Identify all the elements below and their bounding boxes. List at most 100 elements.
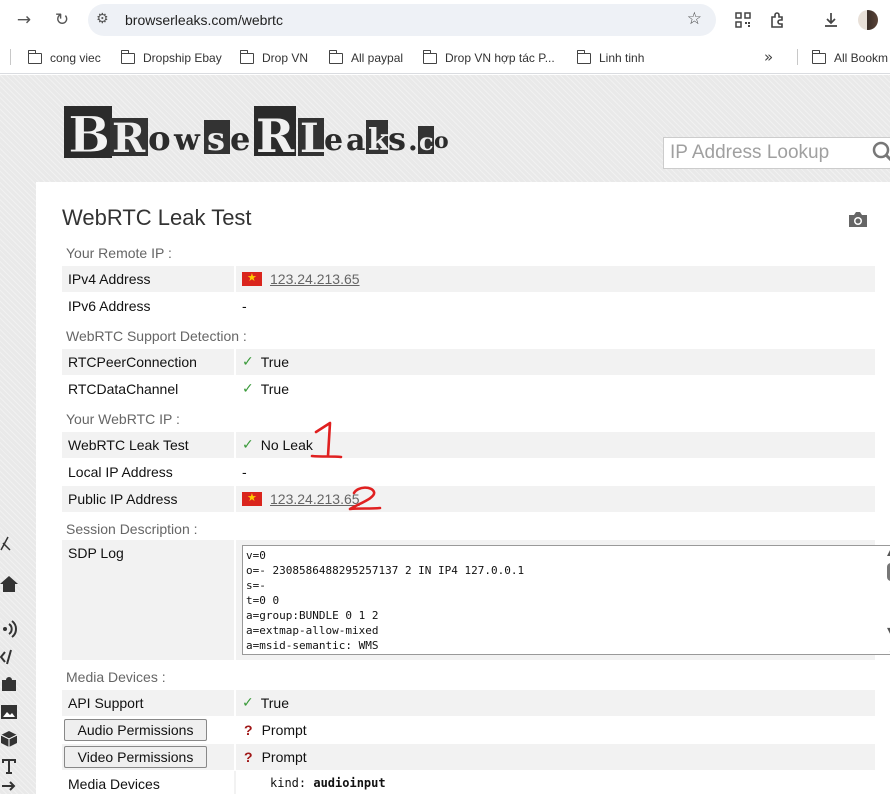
media-devices-value: kind: audioinput: [270, 776, 386, 790]
bookmarks-bar: cong viec Dropship Ebay Drop VN All payp…: [0, 40, 890, 74]
camera-icon[interactable]: [847, 209, 869, 229]
sdp-line: t=0 0: [246, 594, 280, 607]
address-bar[interactable]: ⚙ browserleaks.com/webrtc ☆: [88, 4, 716, 36]
peer-connection-label: RTCPeerConnection: [68, 354, 197, 370]
ipv6-value: -: [242, 298, 247, 314]
audio-permission-value: ? Prompt: [242, 722, 307, 738]
sdp-line: o=- 2308586488295257137 2 IN IP4 127.0.0…: [246, 564, 525, 577]
api-support-status: True: [260, 695, 290, 711]
svg-text:e: e: [324, 123, 343, 158]
bookmark-drop-vn-hop-tac[interactable]: Drop VN hợp tác P...: [422, 49, 555, 67]
profile-avatar[interactable]: [858, 10, 878, 30]
download-icon[interactable]: [819, 8, 843, 32]
peer-connection-status: True: [260, 354, 290, 370]
sdp-line: s=-: [246, 579, 266, 592]
bookmarks-overflow-button[interactable]: »: [764, 48, 773, 66]
cube-icon[interactable]: [0, 730, 18, 748]
leak-test-label: WebRTC Leak Test: [68, 437, 189, 453]
site-settings-icon[interactable]: ⚙: [96, 11, 109, 27]
column-divider: [234, 486, 236, 512]
reload-icon[interactable]: ↻: [50, 8, 74, 32]
table-row: Public IP Address 123.24.213.65: [62, 486, 875, 512]
svg-text:a: a: [346, 123, 365, 158]
bookmark-linh-tinh[interactable]: Linh tinh: [576, 49, 644, 67]
bookmark-star-icon[interactable]: ☆: [687, 9, 702, 29]
all-bookmarks[interactable]: All Bookm: [811, 49, 888, 67]
svg-text:R: R: [256, 109, 295, 162]
peer-connection-value: ✓ True: [242, 354, 289, 370]
qr-code-icon[interactable]: [731, 8, 755, 32]
ipv6-label: IPv6 Address: [68, 298, 151, 314]
bookmark-all-paypal[interactable]: All paypal: [328, 49, 403, 67]
video-permission-value: ? Prompt: [242, 749, 307, 765]
ipv4-label: IPv4 Address: [68, 271, 151, 287]
question-icon: ?: [244, 722, 253, 738]
page-title: WebRTC Leak Test: [62, 205, 252, 230]
bookmark-cong-viec[interactable]: cong viec: [27, 49, 101, 67]
media-kind-key: kind:: [270, 776, 307, 790]
section-remote-ip: Your Remote IP :: [66, 245, 172, 261]
left-nav-rail: [0, 560, 22, 794]
table-row: SDP Log v=0 o=- 2308586488295257137 2 IN…: [62, 540, 890, 660]
svg-text:s: s: [388, 120, 406, 158]
svg-text:.: .: [408, 124, 418, 157]
column-divider: [234, 744, 236, 770]
data-channel-status: True: [260, 381, 290, 397]
vietnam-flag-icon: [242, 271, 262, 286]
sdp-log-label: SDP Log: [68, 545, 124, 561]
home-icon[interactable]: [0, 575, 18, 593]
table-row: Media Devices kind: audioinput: [62, 771, 875, 794]
ip-lookup-search[interactable]: [663, 137, 890, 169]
sdp-line: a=extmap-allow-mixed: [246, 624, 379, 637]
forward-icon[interactable]: →: [12, 8, 36, 32]
svg-text:s: s: [207, 120, 225, 158]
resize-grip-icon[interactable]: [886, 641, 890, 653]
search-icon[interactable]: [871, 140, 890, 166]
sdp-line: a=msid-semantic: WMS: [246, 639, 379, 652]
table-row: IPv6 Address -: [62, 293, 875, 319]
bookmark-dropship-ebay[interactable]: Dropship Ebay: [120, 49, 222, 67]
wifi-broadcast-icon[interactable]: [0, 620, 18, 638]
column-divider: [234, 771, 236, 794]
ip-lookup-input[interactable]: [670, 142, 860, 164]
leak-test-status: No Leak: [260, 437, 313, 453]
folder-icon: [811, 49, 826, 64]
section-session: Session Description :: [66, 521, 198, 537]
folder-icon: [120, 49, 135, 64]
text-icon[interactable]: [0, 757, 18, 775]
table-row: API Support ✓ True: [62, 690, 875, 716]
table-row: RTCPeerConnection ✓ True: [62, 349, 875, 375]
audio-permissions-button[interactable]: Audio Permissions: [64, 719, 207, 741]
local-ip-label: Local IP Address: [68, 464, 173, 480]
image-icon[interactable]: [0, 703, 18, 721]
extensions-icon[interactable]: [766, 8, 790, 32]
code-icon[interactable]: [0, 648, 18, 666]
table-row: WebRTC Leak Test ✓ No Leak: [62, 432, 875, 458]
column-divider: [234, 266, 236, 292]
puzzle-icon[interactable]: [0, 675, 18, 693]
leak-test-value: ✓ No Leak: [242, 437, 313, 453]
vietnam-flag-icon: [242, 491, 262, 506]
folder-icon: [328, 49, 343, 64]
sdp-line: a=group:BUNDLE 0 1 2: [246, 609, 379, 622]
table-row: IPv4 Address 123.24.213.65: [62, 266, 875, 292]
browserleaks-logo[interactable]: B R o w s e R L e a k s . c o: [62, 98, 452, 162]
sdp-log-textarea[interactable]: v=0 o=- 2308586488295257137 2 IN IP4 127…: [242, 545, 890, 655]
check-icon: ✓: [242, 695, 254, 711]
video-permissions-button[interactable]: Video Permissions: [64, 746, 207, 768]
annotation-mark-1: [310, 421, 343, 459]
sdp-scrollbar[interactable]: ▲ ▼: [883, 546, 890, 654]
data-channel-value: ✓ True: [242, 381, 289, 397]
api-support-value: ✓ True: [242, 695, 289, 711]
column-divider: [234, 690, 236, 716]
table-row: Video Permissions ? Prompt: [62, 744, 875, 770]
ipv4-link[interactable]: 123.24.213.65: [270, 271, 360, 287]
video-permission-status: Prompt: [261, 749, 307, 765]
url-text[interactable]: browserleaks.com/webrtc: [125, 12, 283, 28]
check-icon: ✓: [242, 437, 254, 453]
svg-text:c: c: [419, 127, 434, 156]
bookmark-drop-vn[interactable]: Drop VN: [239, 49, 308, 67]
pen-icon[interactable]: [0, 535, 12, 551]
table-row: Local IP Address -: [62, 459, 875, 485]
arrows-icon[interactable]: [0, 780, 18, 794]
